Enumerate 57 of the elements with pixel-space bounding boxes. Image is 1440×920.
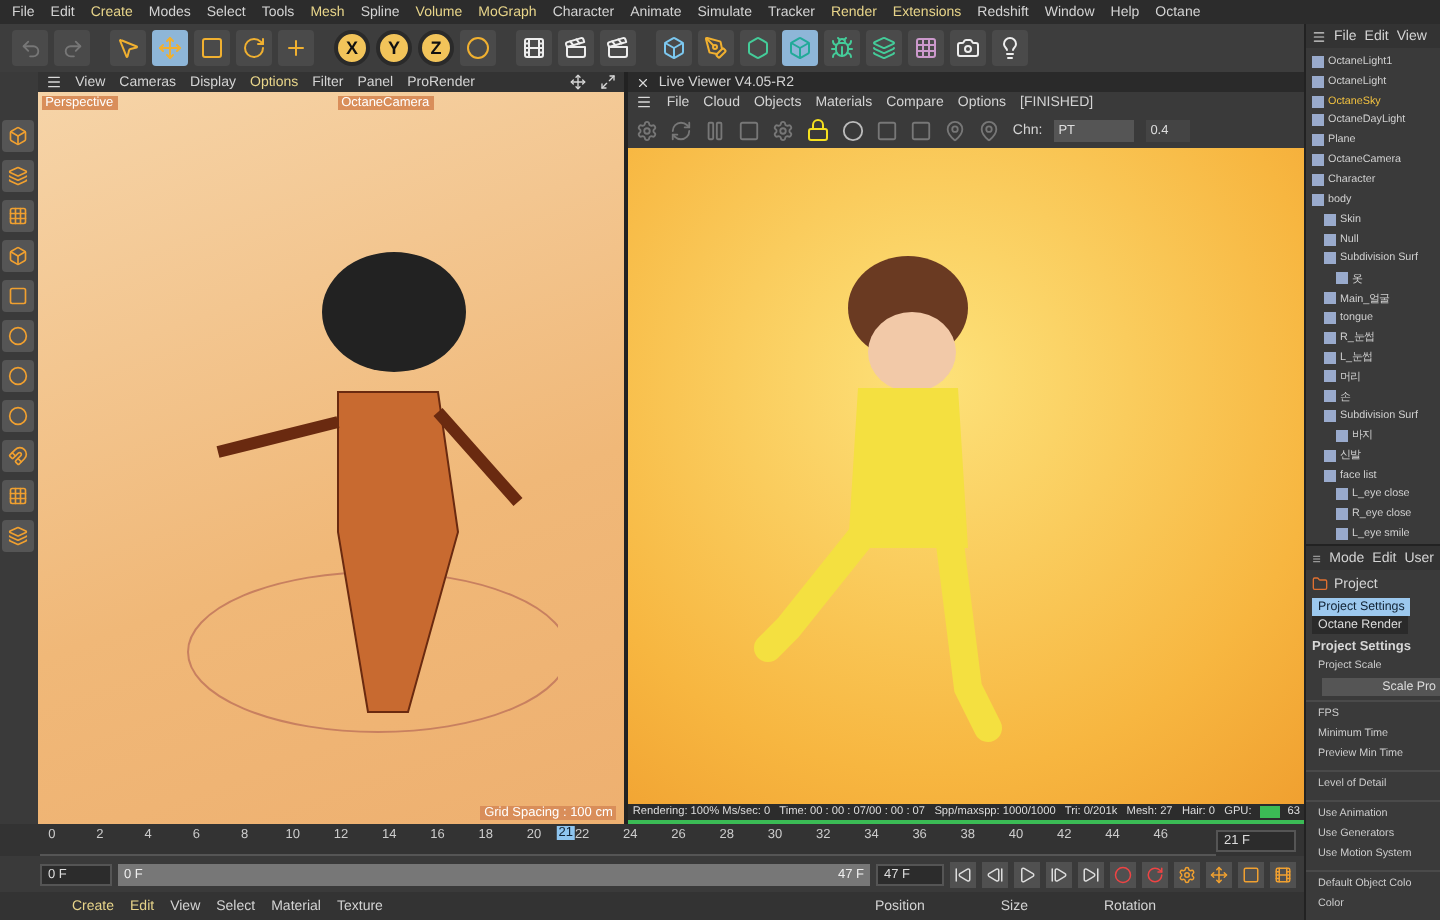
play-icon[interactable] — [1014, 861, 1040, 887]
clapperboard-icon[interactable] — [558, 30, 594, 66]
tool-icon[interactable] — [2, 440, 35, 472]
tool-icon[interactable] — [2, 400, 35, 432]
tool-icon[interactable] — [2, 200, 35, 232]
sphere-icon[interactable] — [842, 119, 865, 141]
film-icon[interactable] — [1270, 861, 1296, 887]
step-forward-icon[interactable] — [1046, 861, 1072, 887]
tool-icon[interactable] — [2, 160, 35, 192]
pen-icon[interactable] — [698, 30, 734, 66]
pin-icon[interactable] — [978, 119, 1001, 141]
tool-icon[interactable] — [2, 320, 35, 352]
clapperboard-icon[interactable] — [600, 30, 636, 66]
tool-icon[interactable] — [2, 280, 35, 312]
lightbulb-icon[interactable] — [992, 30, 1028, 66]
tool-icon[interactable] — [2, 480, 35, 512]
rotate-icon[interactable] — [1142, 861, 1168, 887]
gear-icon[interactable] — [772, 119, 795, 141]
axis-button[interactable]: Z — [418, 30, 454, 66]
tool-icon[interactable] — [2, 520, 35, 552]
rotate-icon[interactable] — [236, 30, 272, 66]
gear-icon[interactable] — [1174, 861, 1200, 887]
menu-icon[interactable] — [1312, 29, 1326, 43]
folder-icon — [1312, 576, 1328, 592]
tool-icon[interactable] — [2, 360, 35, 392]
axis-button[interactable]: X — [334, 30, 370, 66]
lock-icon[interactable] — [806, 118, 831, 142]
maximize-icon[interactable] — [600, 74, 617, 90]
layers-icon[interactable] — [866, 30, 902, 66]
menu-icon[interactable] — [45, 74, 62, 90]
close-icon[interactable] — [636, 75, 651, 89]
pin-icon[interactable] — [944, 119, 967, 141]
plus-icon[interactable] — [278, 30, 314, 66]
move-icon[interactable] — [1206, 861, 1232, 887]
gear-icon[interactable] — [636, 119, 659, 141]
skip-forward-icon[interactable] — [1078, 861, 1104, 887]
tool-icon[interactable] — [2, 240, 35, 272]
film-icon[interactable] — [516, 30, 552, 66]
refresh-icon[interactable] — [670, 119, 693, 141]
cube-icon[interactable] — [656, 30, 692, 66]
square-icon[interactable] — [1238, 861, 1264, 887]
bug-icon[interactable] — [824, 30, 860, 66]
pause-icon[interactable] — [704, 119, 727, 141]
square-icon[interactable] — [910, 119, 933, 141]
skip-back-icon[interactable] — [950, 861, 976, 887]
grid-icon[interactable] — [908, 30, 944, 66]
cursor-icon[interactable] — [110, 30, 146, 66]
square-icon[interactable] — [876, 119, 899, 141]
axis-button[interactable]: Y — [376, 30, 412, 66]
step-back-icon[interactable] — [982, 861, 1008, 887]
camera-icon[interactable] — [950, 30, 986, 66]
square-icon[interactable] — [738, 119, 761, 141]
tool-icon[interactable] — [2, 120, 35, 152]
menu-icon[interactable] — [636, 94, 653, 110]
square-icon[interactable] — [194, 30, 230, 66]
menu-icon[interactable] — [1312, 551, 1322, 565]
move-icon[interactable] — [570, 74, 587, 90]
